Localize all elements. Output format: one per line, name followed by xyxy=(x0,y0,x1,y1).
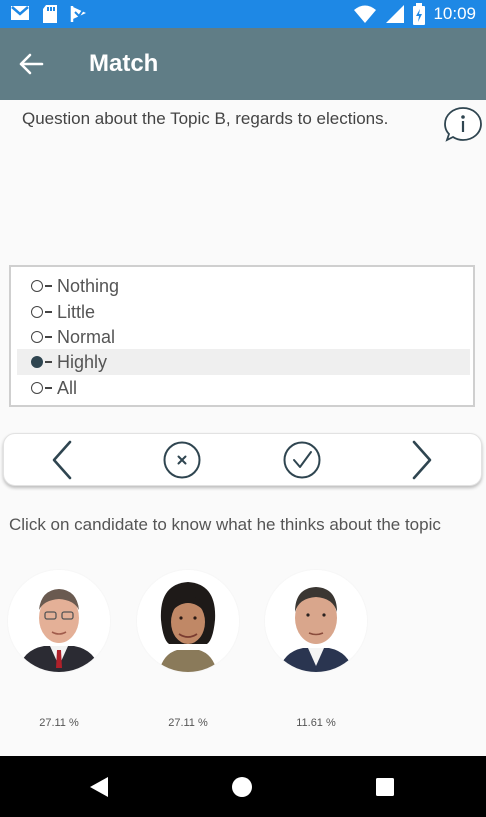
recents-square-icon[interactable] xyxy=(372,774,398,800)
battery-icon xyxy=(413,3,426,25)
candidate-avatar-3[interactable] xyxy=(265,570,367,672)
option-highly[interactable]: Highly xyxy=(17,349,470,375)
candidate-hint: Click on candidate to know what he think… xyxy=(9,515,441,534)
confirm-icon[interactable] xyxy=(282,440,322,480)
answer-options: Nothing Little Normal Highly All xyxy=(9,265,475,407)
option-label: Little xyxy=(57,301,96,322)
option-normal[interactable]: Normal xyxy=(17,324,470,350)
option-label: Normal xyxy=(57,326,116,347)
navigation-bar xyxy=(0,756,486,817)
candidate-2-percent: 27.11 % xyxy=(168,717,208,729)
radio-icon[interactable] xyxy=(31,280,43,292)
home-circle-icon[interactable] xyxy=(229,774,255,800)
option-label: Highly xyxy=(57,351,108,372)
radio-icon[interactable] xyxy=(31,331,43,343)
option-all[interactable]: All xyxy=(17,375,470,401)
info-icon[interactable] xyxy=(443,106,483,144)
radio-icon[interactable] xyxy=(31,382,43,394)
action-bar xyxy=(3,433,482,486)
clear-icon[interactable] xyxy=(162,440,202,480)
page-title: Match xyxy=(89,50,159,77)
question-text: Question about the Topic B, regards to e… xyxy=(22,109,389,128)
app-bar: Match xyxy=(0,28,486,100)
candidate-1-percent: 27.11 % xyxy=(39,717,79,729)
radio-icon[interactable] xyxy=(31,306,43,318)
option-nothing[interactable]: Nothing xyxy=(17,273,470,299)
option-label: Nothing xyxy=(57,275,120,296)
option-label: All xyxy=(57,377,78,398)
wifi-icon xyxy=(354,5,377,23)
candidate-avatar-2[interactable] xyxy=(137,570,239,672)
back-triangle-icon[interactable] xyxy=(86,774,112,800)
option-little[interactable]: Little xyxy=(17,299,470,325)
candidate-avatar-1[interactable] xyxy=(8,570,110,672)
sd-card-icon xyxy=(43,5,57,23)
gmail-icon xyxy=(11,6,29,20)
flag-icon xyxy=(70,6,86,22)
next-icon[interactable] xyxy=(402,440,442,480)
arrow-back-icon[interactable] xyxy=(16,50,46,78)
signal-icon xyxy=(386,5,405,23)
status-bar: 10:09 xyxy=(0,0,486,28)
status-time: 10:09 xyxy=(433,4,476,23)
candidate-3-percent: 11.61 % xyxy=(296,717,336,729)
radio-selected-icon[interactable] xyxy=(31,356,43,368)
previous-icon[interactable] xyxy=(42,440,82,480)
